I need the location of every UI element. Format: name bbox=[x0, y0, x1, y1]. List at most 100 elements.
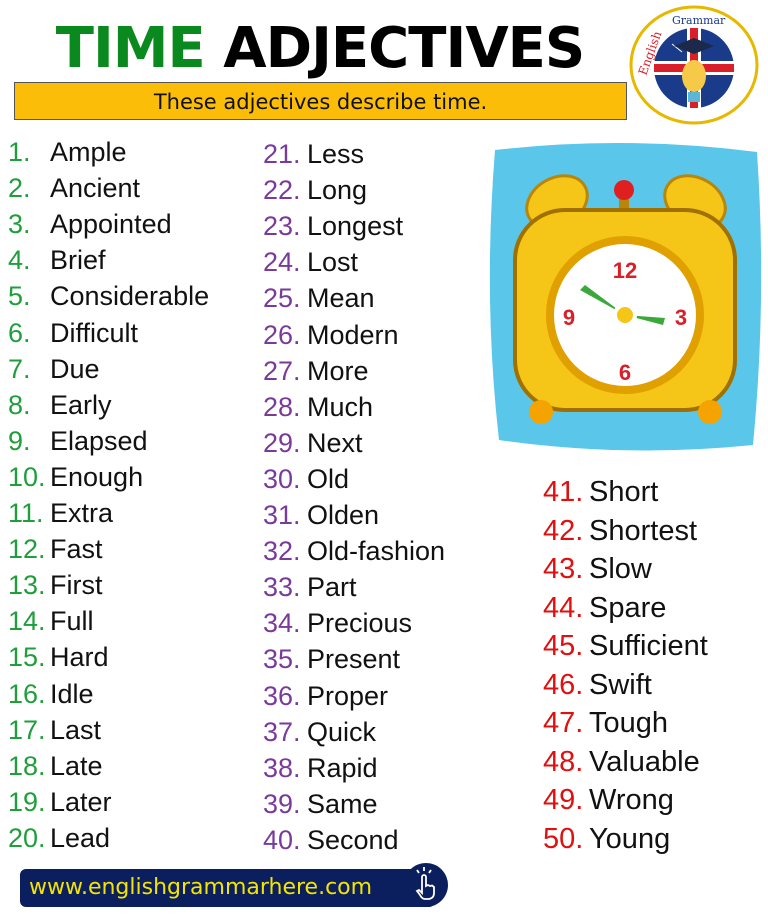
list-item: 24. Lost bbox=[263, 246, 358, 278]
list-item: 32. Old-fashion bbox=[263, 535, 445, 567]
list-item: 31. Olden bbox=[263, 499, 379, 531]
item-number: 5. bbox=[8, 281, 31, 312]
item-word: Quick bbox=[307, 716, 377, 747]
item-number: 34. bbox=[263, 608, 301, 639]
list-item: 50. Young bbox=[543, 823, 670, 855]
item-number: 31. bbox=[263, 500, 301, 530]
item-number: 2. bbox=[8, 173, 31, 204]
list-item: 41. Short bbox=[543, 476, 658, 508]
list-item: 11. Extra bbox=[8, 497, 113, 529]
item-number: 35. bbox=[263, 644, 301, 675]
item-number: 49. bbox=[543, 784, 584, 816]
svg-text:Grammar: Grammar bbox=[672, 14, 726, 27]
item-word: Spare bbox=[589, 591, 667, 624]
list-item: 3. Appointed bbox=[8, 208, 172, 240]
item-number: 33. bbox=[263, 572, 301, 603]
item-number: 19. bbox=[8, 786, 46, 817]
list-item: 28. Much bbox=[263, 391, 373, 423]
item-word: Wrong bbox=[589, 784, 674, 816]
list-item: 48. Valuable bbox=[543, 746, 700, 778]
item-word: Brief bbox=[50, 245, 106, 276]
item-number: 8. bbox=[8, 389, 31, 420]
list-item: 1. Ample bbox=[8, 136, 127, 168]
list-item: 18. Late bbox=[8, 750, 103, 782]
list-item: 45. Sufficient bbox=[543, 630, 708, 662]
item-number: 40. bbox=[263, 824, 301, 855]
list-item: 42. Shortest bbox=[543, 515, 697, 547]
list-item: 16. Idle bbox=[8, 678, 94, 710]
list-item: 25. Mean bbox=[263, 282, 375, 314]
clock-number-6: 6 bbox=[619, 360, 631, 385]
list-item: 27. More bbox=[263, 355, 369, 387]
list-item: 20. Lead bbox=[8, 822, 110, 854]
item-word: Extra bbox=[50, 498, 114, 528]
item-number: 14. bbox=[8, 606, 46, 637]
item-number: 48. bbox=[543, 745, 584, 778]
list-item: 8. Early bbox=[8, 389, 112, 421]
item-word: Difficult bbox=[50, 317, 139, 348]
list-item: 43. Slow bbox=[543, 553, 652, 585]
clock-number-12: 12 bbox=[613, 258, 637, 283]
list-item: 23. Longest bbox=[263, 210, 403, 242]
list-item: 47. Tough bbox=[543, 707, 668, 739]
subtitle-banner: These adjectives describe time. bbox=[14, 82, 627, 120]
item-number: 37. bbox=[263, 716, 301, 747]
item-word: Fast bbox=[50, 534, 103, 565]
item-word: Part bbox=[307, 572, 357, 603]
list-item: 15. Hard bbox=[8, 641, 109, 673]
item-number: 47. bbox=[543, 707, 584, 739]
alarm-clock-illustration: 12 3 6 9 bbox=[489, 142, 762, 451]
list-item: 19. Later bbox=[8, 786, 112, 818]
item-number: 29. bbox=[263, 427, 301, 458]
list-item: 5. Considerable bbox=[8, 280, 209, 312]
item-number: 44. bbox=[543, 591, 584, 624]
item-word: Enough bbox=[50, 461, 144, 492]
item-number: 36. bbox=[263, 680, 301, 711]
title-black: ADJECTIVES bbox=[223, 16, 585, 81]
list-item: 26. Modern bbox=[263, 319, 399, 351]
item-word: Lost bbox=[307, 247, 359, 278]
item-word: Early bbox=[50, 389, 112, 420]
item-word: Same bbox=[307, 788, 378, 819]
item-number: 46. bbox=[543, 668, 584, 701]
list-item: 2. Ancient bbox=[8, 172, 140, 204]
item-word: Less bbox=[307, 139, 365, 169]
item-number: 21. bbox=[263, 139, 301, 169]
item-word: Rapid bbox=[307, 752, 378, 783]
item-number: 50. bbox=[543, 822, 584, 855]
item-number: 39. bbox=[263, 788, 301, 819]
page-title: TIME ADJECTIVES bbox=[0, 18, 640, 80]
item-word: Slow bbox=[589, 553, 652, 585]
list-item: 34. Precious bbox=[263, 607, 412, 639]
item-word: Much bbox=[307, 391, 374, 422]
item-word: First bbox=[50, 570, 103, 601]
item-word: Longest bbox=[307, 211, 404, 242]
item-word: Short bbox=[589, 476, 659, 508]
website-url[interactable]: www.englishgrammarhere.com bbox=[20, 869, 435, 907]
clock-number-3: 3 bbox=[675, 305, 687, 330]
title-green: TIME bbox=[55, 16, 206, 81]
item-number: 32. bbox=[263, 536, 301, 567]
list-item: 21. Less bbox=[263, 138, 364, 170]
list-item: 7. Due bbox=[8, 353, 100, 385]
item-word: Young bbox=[589, 822, 671, 855]
item-number: 41. bbox=[543, 476, 584, 508]
item-word: Due bbox=[50, 353, 100, 384]
item-word: Full bbox=[50, 606, 94, 637]
item-number: 6. bbox=[8, 317, 31, 348]
list-item: 39. Same bbox=[263, 788, 378, 820]
item-number: 1. bbox=[8, 137, 31, 167]
item-word: Elapsed bbox=[50, 425, 148, 456]
item-word: Considerable bbox=[50, 281, 210, 312]
logo: English Grammar bbox=[629, 5, 759, 125]
list-item: 10. Enough bbox=[8, 461, 143, 493]
list-item: 40. Second bbox=[263, 824, 399, 856]
item-number: 13. bbox=[8, 570, 46, 601]
item-word: More bbox=[307, 355, 369, 386]
list-item: 30. Old bbox=[263, 463, 349, 495]
item-word: Appointed bbox=[50, 209, 172, 240]
list-item: 33. Part bbox=[263, 571, 357, 603]
list-item: 35. Present bbox=[263, 643, 400, 675]
list-item: 13. First bbox=[8, 569, 102, 601]
list-item: 36. Proper bbox=[263, 680, 388, 712]
